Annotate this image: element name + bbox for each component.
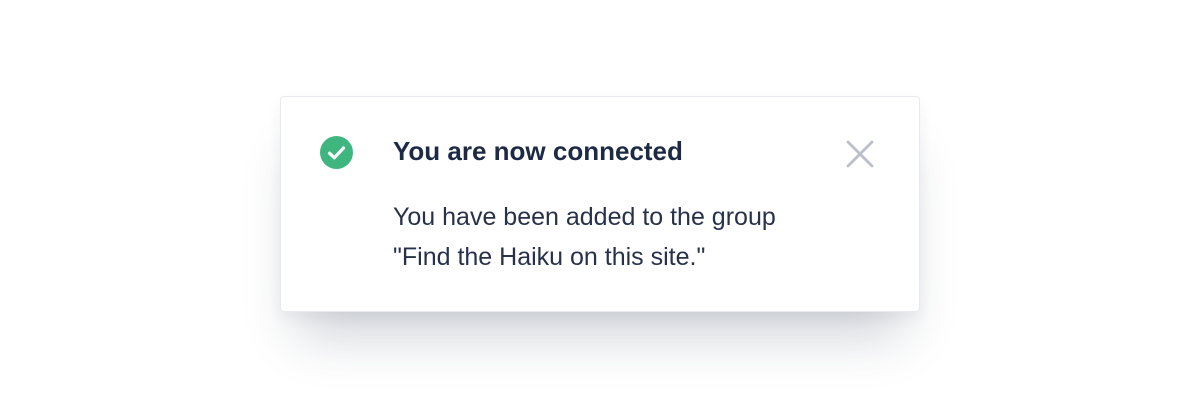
notification-message: You have been added to the group "Find t…: [393, 197, 873, 277]
notification-title: You are now connected: [393, 136, 683, 166]
close-icon: [846, 140, 874, 168]
notification-toast: You are now connected You have been adde…: [280, 96, 920, 312]
notification-message-line-1: You have been added to the group: [393, 203, 776, 231]
close-button[interactable]: [843, 137, 877, 171]
check-circle-icon: [320, 136, 353, 169]
notification-message-line-2: "Find the Haiku on this site.": [393, 243, 706, 271]
